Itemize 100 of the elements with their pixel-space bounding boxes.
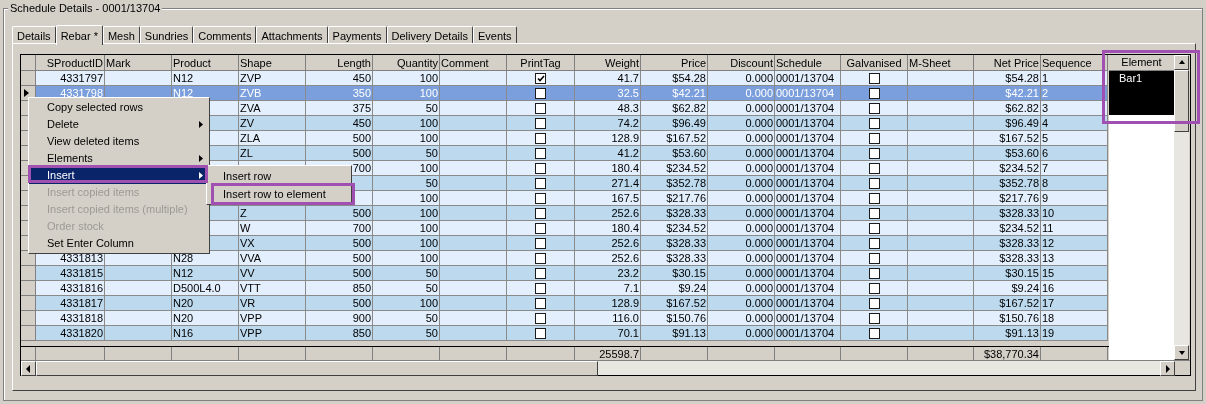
checkbox[interactable] — [868, 207, 880, 219]
table-cell: VPP — [239, 311, 306, 326]
menu-item[interactable]: Elements — [29, 150, 209, 167]
checkbox[interactable] — [868, 252, 880, 264]
table-cell: 0001/13704 — [775, 266, 841, 281]
checkbox[interactable] — [868, 237, 880, 249]
table-cell: 0.000 — [708, 116, 775, 131]
table-cell — [105, 296, 172, 311]
scroll-right-button[interactable] — [1160, 361, 1175, 376]
table-cell: 850 — [306, 281, 373, 296]
table-cell: 100 — [373, 71, 440, 86]
table-cell: 17 — [1041, 296, 1108, 311]
checkbox[interactable] — [535, 327, 546, 339]
checkbox[interactable] — [535, 222, 546, 234]
checkbox[interactable] — [535, 297, 546, 309]
checkbox[interactable] — [535, 132, 546, 144]
checkbox[interactable] — [868, 132, 880, 144]
table-cell: $9.24 — [641, 281, 708, 296]
scroll-thumb[interactable] — [1174, 70, 1189, 132]
table-cell: $30.15 — [974, 266, 1041, 281]
checkbox[interactable] — [868, 297, 880, 309]
checkbox[interactable] — [868, 117, 880, 129]
table-cell: 900 — [306, 311, 373, 326]
checkbox[interactable] — [535, 72, 546, 84]
table-cell: 4331815 — [36, 266, 105, 281]
checkbox[interactable] — [868, 282, 880, 294]
menu-item[interactable]: Set Enter Column — [29, 235, 209, 252]
element-item[interactable]: Bar1 — [1109, 71, 1174, 115]
checkbox[interactable] — [868, 177, 880, 189]
table-cell: 41.2 — [575, 146, 641, 161]
tab[interactable]: Details — [12, 26, 56, 44]
checkbox[interactable] — [535, 147, 546, 159]
table-cell: 15 — [1041, 266, 1108, 281]
checkbox[interactable] — [868, 222, 880, 234]
table-cell: 0001/13704 — [775, 326, 841, 341]
checkbox[interactable] — [868, 147, 880, 159]
checkbox[interactable] — [868, 162, 880, 174]
table-cell: 500 — [306, 251, 373, 266]
tab[interactable]: Comments — [193, 26, 257, 44]
table-cell: 100 — [373, 116, 440, 131]
checkbox[interactable] — [535, 177, 546, 189]
checkbox[interactable] — [535, 312, 546, 324]
checkbox[interactable] — [868, 87, 880, 99]
checkbox[interactable] — [535, 267, 546, 279]
table-cell: 252.6 — [575, 206, 641, 221]
checkbox[interactable] — [868, 312, 880, 324]
table-cell: ZVA — [239, 101, 306, 116]
checkbox[interactable] — [535, 207, 546, 219]
group-title: Schedule Details - 0001/13704 — [8, 1, 163, 15]
table-cell: $328.33 — [974, 236, 1041, 251]
tab[interactable]: Attachments — [256, 26, 328, 44]
table-cell: 0001/13704 — [775, 251, 841, 266]
checkbox[interactable] — [535, 282, 546, 294]
table-cell: 18 — [1041, 311, 1108, 326]
checkbox[interactable] — [868, 327, 880, 339]
tab[interactable]: Events — [472, 26, 517, 44]
checkbox[interactable] — [535, 117, 546, 129]
table-cell: $167.52 — [641, 131, 708, 146]
table-cell: 0.000 — [708, 146, 775, 161]
table-cell: 10 — [1041, 206, 1108, 221]
table-cell: 5 — [1041, 131, 1108, 146]
table-cell: 100 — [373, 131, 440, 146]
table-cell: $42.21 — [641, 86, 708, 101]
table-cell: 128.9 — [575, 296, 641, 311]
submenu-arrow-icon — [199, 172, 203, 179]
table-cell: 500 — [306, 296, 373, 311]
tab[interactable]: Delivery Details — [386, 26, 473, 44]
scroll-up-button[interactable] — [1174, 55, 1189, 70]
table-cell: 0.000 — [708, 206, 775, 221]
menu-item[interactable]: View deleted items — [29, 133, 209, 150]
checkbox[interactable] — [535, 162, 546, 174]
tab[interactable]: Rebar * — [55, 25, 103, 45]
checkbox[interactable] — [868, 192, 880, 204]
table-cell: $96.49 — [641, 116, 708, 131]
table-cell: 50 — [373, 266, 440, 281]
checkbox[interactable] — [535, 237, 546, 249]
table-cell: $217.76 — [974, 191, 1041, 206]
tab[interactable]: Mesh — [102, 26, 140, 44]
checkbox[interactable] — [868, 72, 880, 84]
tab[interactable]: Sundries — [139, 26, 194, 44]
scroll-thumb[interactable] — [36, 361, 598, 376]
table-cell: 3 — [1041, 101, 1108, 116]
checkbox[interactable] — [868, 267, 880, 279]
table-cell: 50 — [373, 311, 440, 326]
scroll-left-button[interactable] — [21, 361, 36, 376]
menu-item[interactable]: Delete — [29, 116, 209, 133]
scroll-down-button[interactable] — [1174, 345, 1189, 360]
checkbox[interactable] — [535, 192, 546, 204]
table-cell: VX — [239, 236, 306, 251]
checkbox[interactable] — [535, 87, 546, 99]
table-cell: VPP — [239, 326, 306, 341]
tab[interactable]: Payments — [327, 26, 387, 44]
checkbox[interactable] — [535, 252, 546, 264]
table-cell: 8 — [1041, 176, 1108, 191]
menu-item[interactable]: Copy selected rows — [29, 99, 209, 116]
checkbox[interactable] — [535, 102, 546, 114]
table-cell: 700 — [306, 221, 373, 236]
table-cell: 450 — [306, 71, 373, 86]
checkbox[interactable] — [868, 102, 880, 114]
table-cell: $53.60 — [974, 146, 1041, 161]
